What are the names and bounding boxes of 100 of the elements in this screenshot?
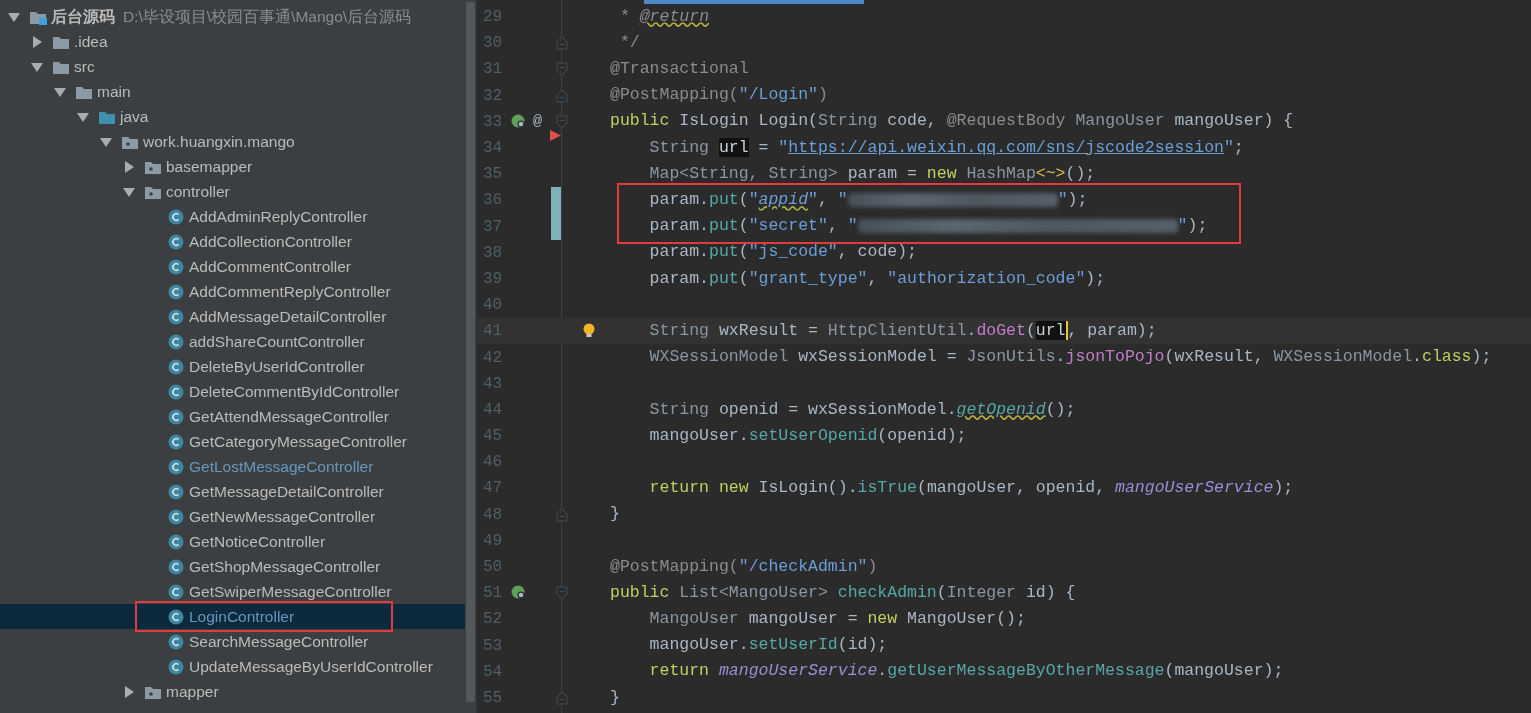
line-number: 50	[482, 557, 504, 579]
line-number: 44	[482, 399, 504, 421]
tree-item[interactable]: src	[0, 54, 465, 79]
bean-icon[interactable]	[511, 113, 525, 128]
bean-icon[interactable]	[511, 585, 525, 600]
code-line: }	[610, 503, 620, 526]
line-number: 34	[482, 138, 504, 160]
collapse-arrow-icon	[123, 685, 135, 698]
class-icon	[167, 233, 185, 250]
code-line: @PostMapping("/Login")	[610, 84, 828, 107]
expand-arrow-icon	[77, 110, 89, 123]
tree-item[interactable]: GetMessageDetailController	[0, 479, 465, 504]
code-line: param.put("grant_type", "authorization_code");	[648, 267, 1106, 290]
tree-item[interactable]: 后台源码 D:\毕设项目\校园百事通\Mango\后台源码	[0, 4, 465, 29]
line-number: 55	[482, 687, 504, 709]
tree-item[interactable]: controller	[0, 179, 465, 204]
change-marker[interactable]	[551, 187, 561, 214]
code-line: return mangoUserService.getUserMessageByOtherMessage(mangoUser);	[648, 660, 1284, 683]
code-line: @PostMapping("/checkAdmin")	[610, 555, 878, 578]
line-number: 32	[482, 85, 504, 107]
line-number: 33	[482, 111, 504, 133]
line-number: 38	[482, 242, 504, 264]
change-marker[interactable]	[551, 213, 561, 240]
code-line: param.put("js_code", code);	[648, 241, 917, 264]
code-line: String wxResult = HttpClientUtil.doGet(url, param);	[648, 319, 1157, 342]
tree-item[interactable]: mapper	[0, 679, 465, 704]
tree-item[interactable]: DeleteCommentByIdController	[0, 379, 465, 404]
class-icon	[167, 408, 185, 425]
line-number: 39	[482, 268, 504, 290]
fold-icon	[556, 507, 568, 522]
class-icon	[167, 283, 185, 300]
code-line: mangoUser.setUserId(id);	[648, 634, 888, 657]
tree-item[interactable]: GetCategoryMessageController	[0, 429, 465, 454]
code-line: String url = "https://api.weixin.qq.com/sns/jscode2session";	[648, 136, 1244, 159]
class-icon	[167, 308, 185, 325]
tree-item[interactable]: GetNoticeController	[0, 529, 465, 554]
expand-arrow-icon	[123, 185, 135, 198]
class-icon	[167, 433, 185, 450]
code-line: WXSessionModel wxSessionModel = JsonUtils.jsonToPojo(wxResult, WXSessionModel.class);	[648, 346, 1492, 369]
line-number: 30	[482, 33, 504, 55]
fold-icon	[556, 36, 568, 51]
expand-arrow-icon	[54, 85, 66, 98]
code-line: public List<MangoUser> checkAdmin(Integer id) {	[610, 581, 1076, 604]
tree-item[interactable]: UpdateMessageByUserIdController	[0, 654, 465, 679]
code-line: return new IsLogin().isTrue(mangoUser, openid, mangoUserService);	[648, 477, 1294, 500]
tree-item[interactable]: main	[0, 79, 465, 104]
tree-item[interactable]: SearchMessageController	[0, 629, 465, 654]
tree-item[interactable]: GetShopMessageController	[0, 554, 465, 579]
class-icon	[167, 558, 185, 575]
fold-icon	[556, 88, 568, 103]
gutter-marker[interactable]: @	[533, 110, 542, 134]
line-number: 49	[482, 530, 504, 552]
code-line: param.put("appid", " ");	[648, 189, 1088, 212]
tree-item[interactable]: AddCollectionController	[0, 229, 465, 254]
code-line: @Transactional	[610, 58, 749, 81]
tree-item[interactable]: LoginController	[0, 604, 465, 629]
scrollbar-thumb[interactable]	[466, 2, 475, 702]
class-icon	[167, 508, 185, 525]
fold-icon	[556, 586, 568, 601]
tree-item[interactable]: addShareCountController	[0, 329, 465, 354]
tree-item[interactable]: AddAdminReplyController	[0, 204, 465, 229]
class-icon	[167, 383, 185, 400]
tree-item[interactable]: AddCommentReplyController	[0, 279, 465, 304]
line-number: 54	[482, 661, 504, 683]
line-number: 52	[482, 609, 504, 631]
tree-item[interactable]: GetSwiperMessageController	[0, 579, 465, 604]
line-number: 42	[482, 347, 504, 369]
triangle-marker-icon	[550, 129, 561, 141]
class-icon	[167, 633, 185, 650]
class-icon	[167, 583, 185, 600]
tree-item[interactable]: DeleteByUserIdController	[0, 354, 465, 379]
tree-item[interactable]: work.huangxin.mango	[0, 129, 465, 154]
code-line: Map<String, String> param = new HashMap<~>();	[648, 162, 1096, 185]
class-icon	[167, 208, 185, 225]
class-icon	[167, 258, 185, 275]
tree-item[interactable]: AddCommentController	[0, 254, 465, 279]
fold-icon	[556, 62, 568, 77]
code-line: mangoUser.setUserOpenid(openid);	[648, 424, 967, 447]
tree-item[interactable]: basemapper	[0, 154, 465, 179]
line-number: 43	[482, 373, 504, 395]
tree-item[interactable]: java	[0, 104, 465, 129]
class-icon	[167, 483, 185, 500]
expand-arrow-icon	[31, 60, 43, 73]
collapse-arrow-icon	[123, 160, 135, 173]
expand-arrow-icon	[8, 10, 20, 23]
tree-item[interactable]: AddMessageDetailController	[0, 304, 465, 329]
tree-item[interactable]: GetNewMessageController	[0, 504, 465, 529]
lightbulb-icon[interactable]	[582, 323, 596, 339]
line-number: 45	[482, 426, 504, 448]
class-icon	[167, 608, 185, 625]
class-icon	[167, 658, 185, 675]
tree-item[interactable]: GetLostMessageController	[0, 454, 465, 479]
class-icon	[167, 358, 185, 375]
code-line: param.put("secret", " ");	[648, 215, 1208, 238]
line-number: 29	[482, 7, 504, 29]
code-line: * @return	[618, 5, 710, 28]
line-number: 53	[482, 635, 504, 657]
class-icon	[167, 333, 185, 350]
tree-item[interactable]: .idea	[0, 29, 465, 54]
tree-item[interactable]: GetAttendMessageController	[0, 404, 465, 429]
